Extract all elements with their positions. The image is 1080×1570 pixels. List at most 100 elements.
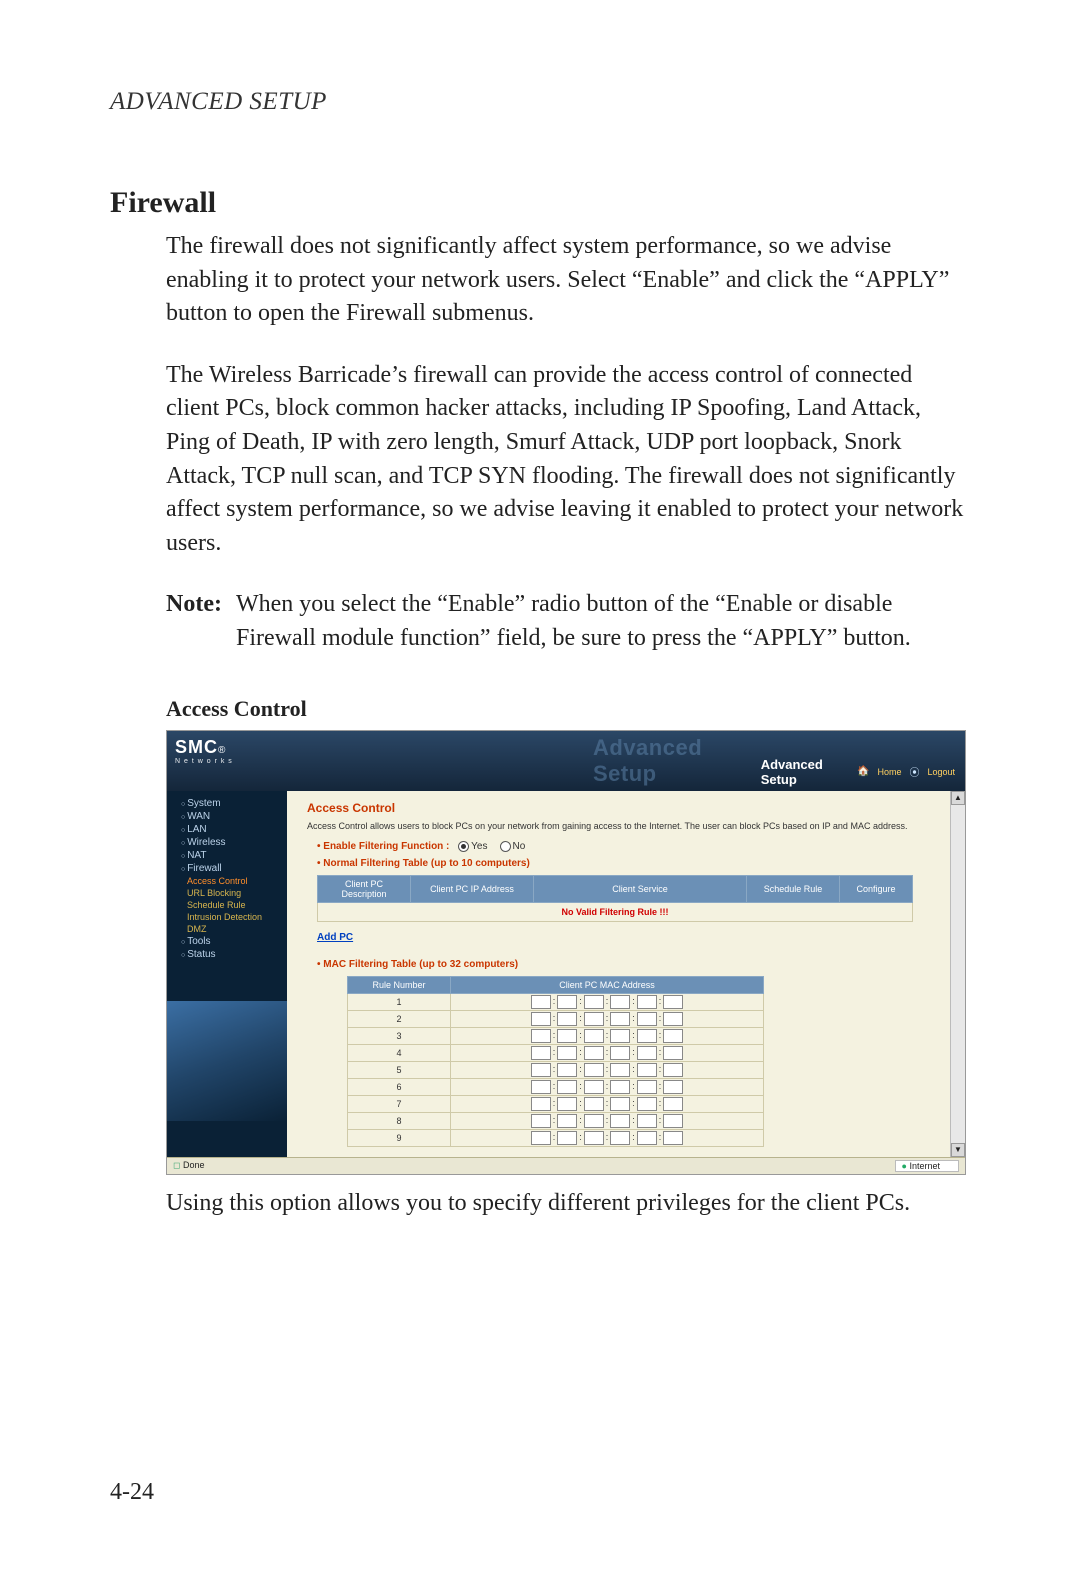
mac-octet-input[interactable]	[531, 1029, 551, 1043]
nav-access-control[interactable]: Access Control	[167, 875, 287, 887]
mac-octet-input[interactable]	[637, 1029, 657, 1043]
mac-octet-input[interactable]	[663, 1080, 683, 1094]
logo-text: SMC	[175, 737, 218, 757]
mac-rule-number: 6	[348, 1078, 451, 1095]
nav-firewall[interactable]: Firewall	[167, 862, 287, 875]
home-link[interactable]: Home	[877, 767, 901, 777]
mac-octet-input[interactable]	[557, 995, 577, 1009]
scroll-down-button[interactable]: ▼	[951, 1143, 965, 1157]
mac-octet-input[interactable]	[531, 995, 551, 1009]
nav-wireless[interactable]: Wireless	[167, 836, 287, 849]
mac-rule-number: 5	[348, 1061, 451, 1078]
nav-schedule-rule[interactable]: Schedule Rule	[167, 899, 287, 911]
logo-subtext: N e t w o r k s	[175, 758, 295, 765]
nav-nat[interactable]: NAT	[167, 849, 287, 862]
mac-octet-input[interactable]	[637, 1012, 657, 1026]
nav-wan[interactable]: WAN	[167, 810, 287, 823]
mac-octet-input[interactable]	[557, 1029, 577, 1043]
add-pc-link[interactable]: Add PC	[317, 932, 353, 943]
mac-octet-input[interactable]	[610, 1114, 630, 1128]
mac-octet-input[interactable]	[584, 995, 604, 1009]
mac-octet-input[interactable]	[557, 1063, 577, 1077]
mac-octet-input[interactable]	[557, 1012, 577, 1026]
mac-octet-input[interactable]	[584, 1012, 604, 1026]
mac-octet-input[interactable]	[531, 1063, 551, 1077]
nav-dmz[interactable]: DMZ	[167, 923, 287, 935]
mac-octet-input[interactable]	[637, 995, 657, 1009]
mac-octet-input[interactable]	[610, 1080, 630, 1094]
mac-octet-input[interactable]	[610, 1029, 630, 1043]
mac-octet-input[interactable]	[584, 1029, 604, 1043]
mac-octet-input[interactable]	[531, 1131, 551, 1145]
mac-octet-input[interactable]	[637, 1114, 657, 1128]
mac-octet-input[interactable]	[637, 1097, 657, 1111]
mac-octet-input[interactable]	[610, 995, 630, 1009]
nav-lan[interactable]: LAN	[167, 823, 287, 836]
mac-octet-input[interactable]	[531, 1097, 551, 1111]
mac-octet-input[interactable]	[663, 1114, 683, 1128]
mac-rule-number: 7	[348, 1095, 451, 1112]
mac-row: 5:::::	[348, 1061, 764, 1078]
mac-octet-input[interactable]	[610, 1012, 630, 1026]
mac-octet-input[interactable]	[663, 1029, 683, 1043]
mac-address-cell: :::::	[451, 1027, 764, 1044]
nf-header-service: Client Service	[534, 875, 747, 902]
logo-block: SMC® N e t w o r k s	[167, 731, 303, 791]
mac-row: 8:::::	[348, 1112, 764, 1129]
mac-octet-input[interactable]	[557, 1131, 577, 1145]
mac-row: 2:::::	[348, 1010, 764, 1027]
mac-octet-input[interactable]	[610, 1063, 630, 1077]
mac-octet-input[interactable]	[584, 1080, 604, 1094]
normal-filtering-table: Client PC Description Client PC IP Addre…	[317, 875, 913, 922]
mac-octet-input[interactable]	[610, 1097, 630, 1111]
logo-registered: ®	[218, 745, 225, 756]
mac-octet-input[interactable]	[610, 1131, 630, 1145]
mac-octet-input[interactable]	[663, 1046, 683, 1060]
nav-url-blocking[interactable]: URL Blocking	[167, 887, 287, 899]
mac-octet-input[interactable]	[531, 1080, 551, 1094]
mac-octet-input[interactable]	[637, 1080, 657, 1094]
mac-octet-input[interactable]	[663, 995, 683, 1009]
mac-octet-input[interactable]	[531, 1114, 551, 1128]
scrollbar[interactable]: ▲ ▼	[950, 791, 965, 1157]
mac-octet-input[interactable]	[610, 1046, 630, 1060]
mac-octet-input[interactable]	[557, 1097, 577, 1111]
mac-octet-input[interactable]	[531, 1046, 551, 1060]
mac-octet-input[interactable]	[663, 1097, 683, 1111]
mac-octet-input[interactable]	[557, 1046, 577, 1060]
mac-octet-input[interactable]	[663, 1131, 683, 1145]
nav-system[interactable]: System	[167, 797, 287, 810]
mac-octet-input[interactable]	[584, 1063, 604, 1077]
normal-filtering-label: Normal Filtering Table (up to 10 compute…	[307, 858, 945, 869]
mac-octet-input[interactable]	[584, 1114, 604, 1128]
mac-octet-input[interactable]	[663, 1012, 683, 1026]
scroll-up-button[interactable]: ▲	[951, 791, 965, 805]
mac-address-cell: :::::	[451, 1010, 764, 1027]
mac-octet-input[interactable]	[531, 1012, 551, 1026]
mac-octet-input[interactable]	[637, 1131, 657, 1145]
note-text: When you select the “Enable” radio butto…	[236, 588, 970, 655]
mac-octet-input[interactable]	[584, 1097, 604, 1111]
mac-address-cell: :::::	[451, 1061, 764, 1078]
mac-rule-number: 4	[348, 1044, 451, 1061]
mac-octet-input[interactable]	[663, 1063, 683, 1077]
mac-filtering-table: Rule Number Client PC MAC Address 1:::::…	[347, 976, 764, 1147]
mac-row: 7:::::	[348, 1095, 764, 1112]
radio-no[interactable]	[500, 841, 511, 852]
mac-rule-number: 8	[348, 1112, 451, 1129]
mac-octet-input[interactable]	[584, 1046, 604, 1060]
mac-address-cell: :::::	[451, 993, 764, 1010]
mac-octet-input[interactable]	[637, 1063, 657, 1077]
nav-intrusion[interactable]: Intrusion Detection	[167, 911, 287, 923]
mac-octet-input[interactable]	[557, 1114, 577, 1128]
mac-octet-input[interactable]	[557, 1080, 577, 1094]
footer-paragraph: Using this option allows you to specify …	[166, 1187, 970, 1221]
radio-yes[interactable]	[458, 841, 469, 852]
mac-octet-input[interactable]	[584, 1131, 604, 1145]
logout-link[interactable]: Logout	[927, 767, 955, 777]
content-title: Access Control	[307, 801, 945, 815]
mac-octet-input[interactable]	[637, 1046, 657, 1060]
nav-status[interactable]: Status	[167, 948, 287, 961]
nav-tools[interactable]: Tools	[167, 935, 287, 948]
mac-header-mac: Client PC MAC Address	[451, 976, 764, 993]
